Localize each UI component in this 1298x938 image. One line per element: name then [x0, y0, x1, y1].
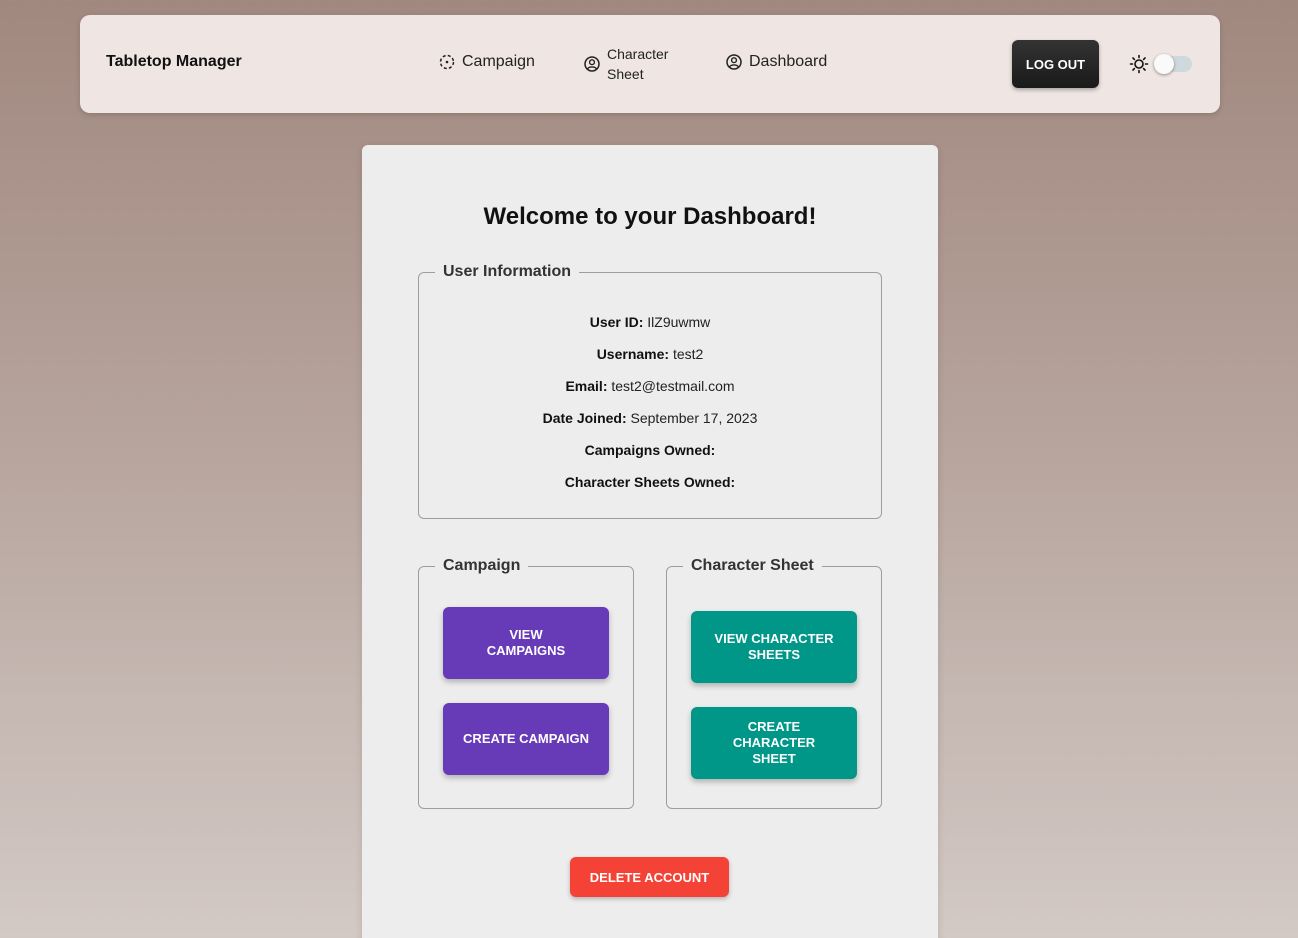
create-character-sheet-button[interactable]: CREATE CHARACTER SHEET: [691, 707, 857, 779]
user-information-legend: User Information: [443, 263, 572, 280]
nav-link-character-sheet[interactable]: Character Sheet: [583, 44, 677, 84]
account-circle-icon: [725, 53, 743, 71]
info-label: Email:: [565, 378, 608, 394]
info-label: Campaigns Owned:: [584, 442, 716, 458]
theme-toggle[interactable]: [1154, 54, 1192, 74]
theme-toggle-knob: [1154, 54, 1174, 74]
nav-link-character-sheet-label: Character Sheet: [607, 46, 669, 82]
info-value: test2@testmail.com: [611, 378, 735, 394]
info-row-email: Email: test2@testmail.com: [419, 378, 881, 394]
campaign-panel: Campaign VIEW CAMPAIGNS CREATE CAMPAIGN: [418, 557, 634, 809]
info-row-character-sheets-owned: Character Sheets Owned:: [419, 474, 881, 490]
info-label: Character Sheets Owned:: [564, 474, 736, 490]
brand-title[interactable]: Tabletop Manager: [106, 53, 242, 71]
logout-button[interactable]: LOG OUT: [1012, 40, 1099, 88]
nav-link-dashboard[interactable]: Dashboard: [725, 53, 827, 71]
page-title: Welcome to your Dashboard!: [483, 203, 817, 230]
info-value: test2: [672, 346, 704, 362]
info-value: IlZ9uwmw: [647, 314, 711, 330]
info-label: Date Joined:: [542, 410, 627, 426]
navbar: Tabletop Manager Campaign Character Shee…: [80, 15, 1220, 113]
create-campaign-button[interactable]: CREATE CAMPAIGN: [443, 703, 609, 775]
nav-link-campaign-label: Campaign: [462, 53, 535, 70]
nav-link-dashboard-label: Dashboard: [749, 53, 828, 70]
info-label: Username:: [596, 346, 670, 362]
dashboard-card: Welcome to your Dashboard! User Informat…: [362, 145, 938, 938]
dashed-circle-icon: [438, 53, 456, 71]
nav-link-campaign[interactable]: Campaign: [438, 53, 535, 71]
info-row-user-id: User ID: IlZ9uwmw: [419, 314, 881, 330]
campaign-legend: Campaign: [443, 557, 521, 574]
user-information-panel: User Information User ID: IlZ9uwmw Usern…: [418, 263, 882, 519]
info-value: September 17, 2023: [630, 410, 758, 426]
info-row-date-joined: Date Joined: September 17, 2023: [419, 410, 881, 426]
sun-icon: [1129, 54, 1149, 74]
info-row-username: Username: test2: [419, 346, 881, 362]
info-row-campaigns-owned: Campaigns Owned:: [419, 442, 881, 458]
delete-account-button[interactable]: DELETE ACCOUNT: [570, 857, 729, 897]
account-circle-icon: [583, 55, 601, 73]
view-character-sheets-button[interactable]: VIEW CHARACTER SHEETS: [691, 611, 857, 683]
view-campaigns-button[interactable]: VIEW CAMPAIGNS: [443, 607, 609, 679]
character-sheet-legend: Character Sheet: [691, 557, 814, 574]
character-sheet-panel: Character Sheet VIEW CHARACTER SHEETS CR…: [666, 557, 882, 809]
info-label: User ID:: [589, 314, 644, 330]
